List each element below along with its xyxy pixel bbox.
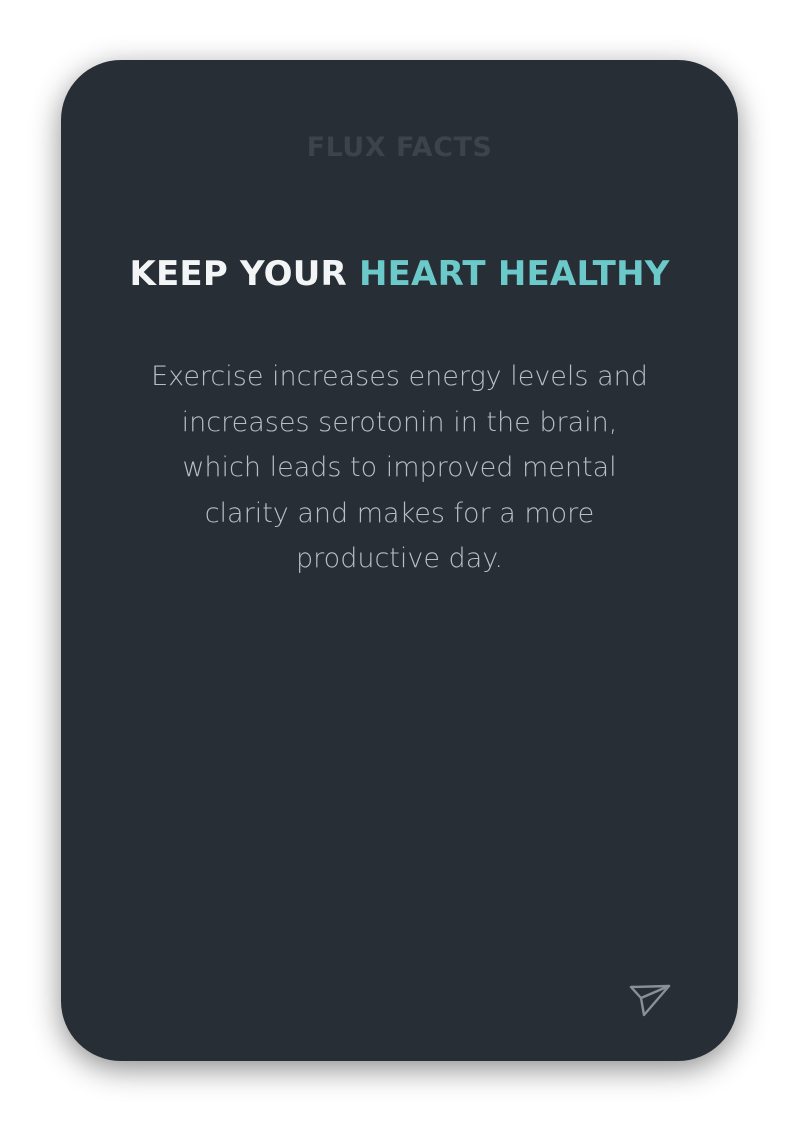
fact-card: FLUX FACTS KEEP YOUR HEART HEALTHY Exerc… [61,60,738,1061]
headline-accent: HEART HEALTHY [358,254,670,294]
brand-title: FLUX FACTS [306,132,493,163]
headline: KEEP YOUR HEART HEALTHY [61,254,738,294]
share-button[interactable] [627,980,673,1020]
send-icon [629,984,671,1017]
headline-plain: KEEP YOUR [129,254,347,294]
fact-body: Exercise increases energy levels and inc… [151,361,648,574]
